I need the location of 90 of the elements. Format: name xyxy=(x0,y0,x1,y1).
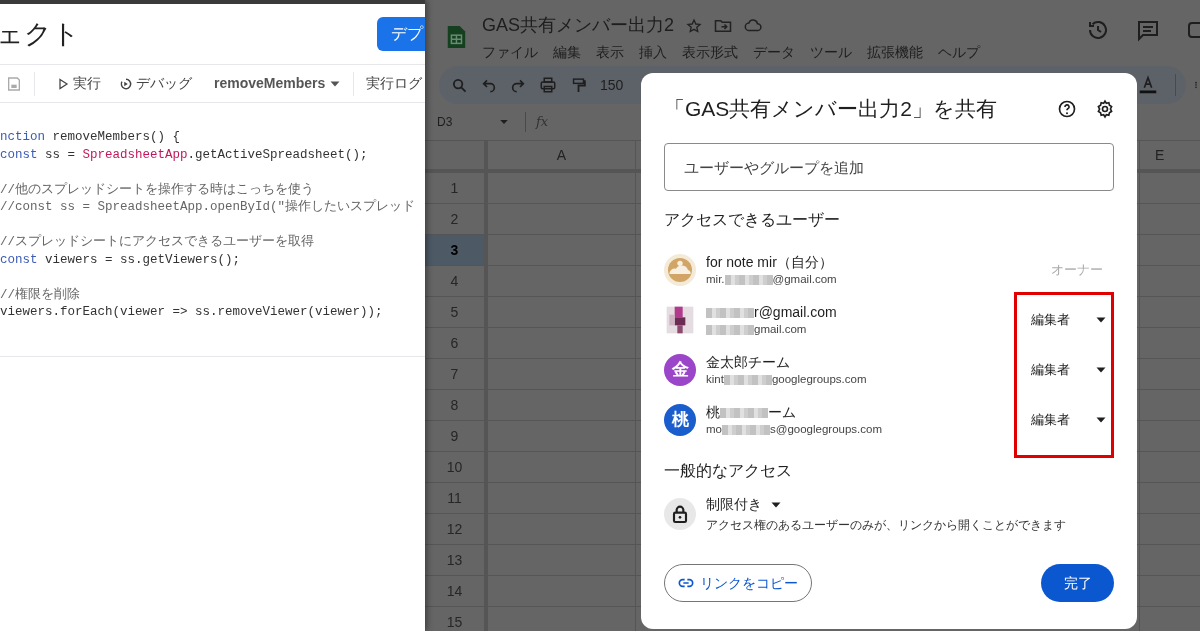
comment-icon[interactable] xyxy=(1136,18,1160,42)
row-header: 5 xyxy=(425,297,488,327)
settings-icon[interactable] xyxy=(1095,99,1115,119)
row-header: 14 xyxy=(425,576,488,606)
row-header: 4 xyxy=(425,266,488,296)
person-name: 桃 xyxy=(706,403,720,422)
role-dropdown[interactable]: 編集者 xyxy=(1021,360,1109,380)
zoom-select[interactable]: 150 xyxy=(600,74,624,96)
avatar: 桃 xyxy=(664,404,696,436)
person-email: gmail.com xyxy=(754,321,807,337)
play-icon xyxy=(57,77,69,90)
code-line: //スプレッドシートにアクセスできるユーザーを取得 xyxy=(0,233,315,251)
add-people-field[interactable]: ユーザーやグループを追加 xyxy=(664,143,1114,191)
person-email: s@googlegroups.com xyxy=(770,421,883,437)
search-icon[interactable] xyxy=(451,76,468,94)
access-description: アクセス権のあるユーザーのみが、リンクから開くことができます xyxy=(706,517,1066,534)
code-line: //他のスプレッドシートを操作する時はこっちを使う xyxy=(0,181,315,199)
person-email: mo xyxy=(706,421,722,437)
function-dropdown[interactable]: removeMembers xyxy=(214,73,342,94)
code-line: //const ss = SpreadsheetApp.openById("操作したいスプレッド xyxy=(0,199,417,216)
lock-icon xyxy=(664,498,696,530)
row-header: 1 xyxy=(425,173,488,203)
debug-icon xyxy=(119,76,133,91)
star-icon[interactable] xyxy=(686,17,703,34)
column-header: A xyxy=(488,141,636,169)
menu-item[interactable]: データ xyxy=(753,43,795,64)
save-icon[interactable] xyxy=(6,75,22,92)
history-icon[interactable] xyxy=(1086,18,1110,42)
row-header: 15 xyxy=(425,607,488,631)
person-email: kint xyxy=(706,371,724,387)
undo-icon[interactable] xyxy=(481,77,497,93)
row-header: 10 xyxy=(425,452,488,482)
code-line: const viewers = ss.getViewers(); xyxy=(0,251,242,269)
redaction-mosaic xyxy=(720,407,768,418)
person-email: googlegroups.com xyxy=(771,371,867,387)
document-title: GAS共有メンバー出力2 xyxy=(482,14,675,37)
role-dropdown: オーナー xyxy=(1021,260,1109,280)
code-line: nction removeMembers() { xyxy=(0,129,182,146)
role-dropdown[interactable]: 編集者 xyxy=(1021,310,1109,330)
redaction-mosaic xyxy=(723,374,772,385)
person-name: for note mir（自分） xyxy=(706,253,833,272)
column-header: E xyxy=(1154,145,1166,165)
caret-icon xyxy=(499,117,509,127)
debug-button[interactable]: デバッグ xyxy=(119,73,192,94)
person-name: 金太郎チーム xyxy=(706,353,790,372)
redaction-mosaic xyxy=(724,274,773,285)
row-header: 12 xyxy=(425,514,488,544)
menu-item[interactable]: ファイル xyxy=(482,43,538,64)
avatar: 金 xyxy=(664,354,696,386)
menu-item[interactable]: 表示形式 xyxy=(682,43,738,64)
redo-icon[interactable] xyxy=(510,77,526,93)
deploy-button[interactable]: デプ xyxy=(377,17,425,51)
avatar-mosaic xyxy=(664,304,696,336)
section-heading: アクセスできるユーザー xyxy=(664,210,841,230)
row-header: 7 xyxy=(425,359,488,389)
person-name: ーム xyxy=(768,403,796,422)
section-heading: 一般的なアクセス xyxy=(664,461,793,481)
text-color-icon[interactable] xyxy=(1137,74,1159,96)
redaction-mosaic xyxy=(722,424,770,435)
row-header: 9 xyxy=(425,421,488,451)
menu-item[interactable]: ツール xyxy=(810,43,852,64)
project-title: ェクト xyxy=(0,17,80,51)
person-email: mir. xyxy=(706,271,725,287)
menu-item[interactable]: 挿入 xyxy=(639,43,667,64)
menu-item[interactable]: 表示 xyxy=(596,43,624,64)
menu-item[interactable]: 拡張機能 xyxy=(867,43,923,64)
role-dropdown[interactable]: 編集者 xyxy=(1021,410,1109,430)
print-icon[interactable] xyxy=(539,76,557,94)
row-header: 13 xyxy=(425,545,488,575)
menu-item[interactable]: 編集 xyxy=(553,43,581,64)
help-icon[interactable] xyxy=(1057,99,1077,119)
paint-format-icon[interactable] xyxy=(570,76,587,94)
code-line: //権限を削除 xyxy=(0,286,81,304)
name-box[interactable]: D3 xyxy=(425,113,515,131)
done-button[interactable]: 完了 xyxy=(1041,564,1114,602)
row-header: 6 xyxy=(425,328,488,358)
row-header: 3 xyxy=(425,235,488,265)
access-dropdown[interactable]: 制限付き xyxy=(706,494,1066,516)
row-header: 11 xyxy=(425,483,488,513)
code-line: const ss = SpreadsheetApp.getActiveSpreadsheet(); xyxy=(0,146,369,164)
code-line: viewers.forEach(viewer => ss.removeViewer(viewer)); xyxy=(0,304,384,321)
person-email: @gmail.com xyxy=(772,271,837,287)
run-button[interactable]: 実行 xyxy=(57,73,101,94)
row-header: 8 xyxy=(425,390,488,420)
redaction-mosaic xyxy=(706,307,754,318)
redaction-mosaic xyxy=(706,324,754,335)
dialog-title: 「GAS共有メンバー出力2」を共有 xyxy=(664,96,998,123)
person-name: r@gmail.com xyxy=(754,303,837,322)
menu-item[interactable]: ヘルプ xyxy=(938,43,980,64)
log-button[interactable]: 実行ログ xyxy=(366,73,423,94)
